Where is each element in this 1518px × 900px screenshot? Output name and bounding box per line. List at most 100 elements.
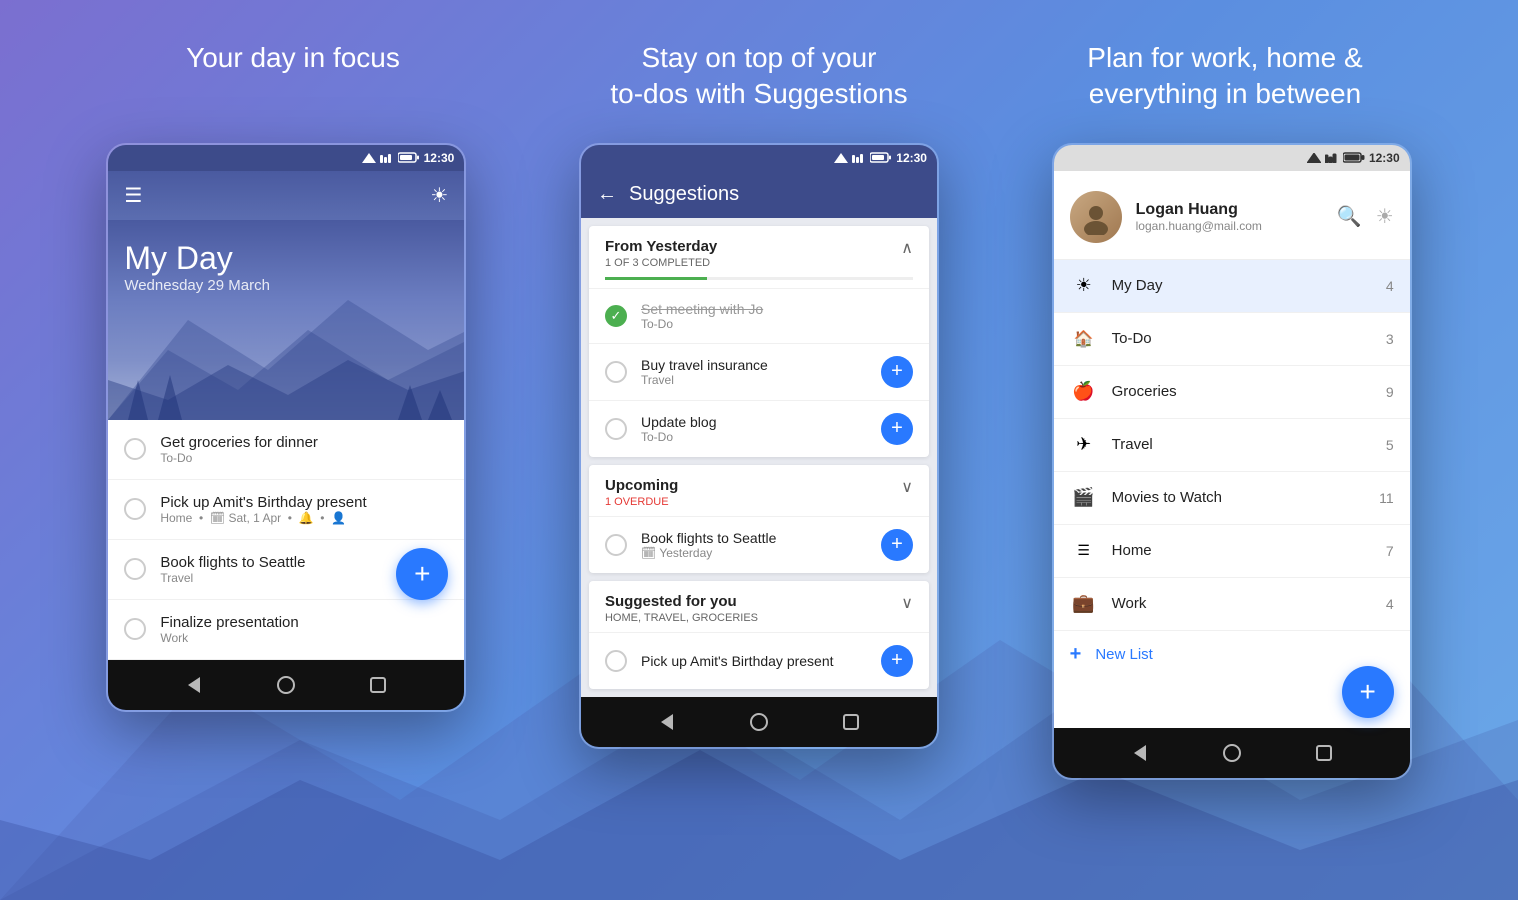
todo-name: To-Do [1112, 330, 1372, 347]
list-item-work[interactable]: 💼 Work 4 [1054, 578, 1410, 631]
card-subtitle-yesterday: 1 OF 3 COMPLETED [605, 257, 717, 269]
phone2-status-bar: 12:30 [581, 145, 937, 171]
user-email: logan.huang@mail.com [1136, 219, 1262, 233]
back-icon[interactable] [184, 675, 204, 695]
p3-recents-icon[interactable] [1314, 743, 1334, 763]
suggestion-checkbox-insurance[interactable] [605, 361, 627, 383]
task-item-2[interactable]: Pick up Amit's Birthday present Home • 🗓… [108, 480, 464, 540]
task-sub-4: Work [160, 631, 448, 645]
add-blog-button[interactable]: + [881, 413, 913, 445]
user-name: Logan Huang [1136, 201, 1262, 219]
suggestion-item-birthday[interactable]: Pick up Amit's Birthday present + [589, 632, 929, 689]
task-checkbox-2[interactable] [124, 498, 146, 520]
recents-icon[interactable] [368, 675, 388, 695]
phone3-status-bar: 12:30 [1054, 145, 1410, 171]
task-checkbox-3[interactable] [124, 558, 146, 580]
phone2-wrapper: 12:30 ← Suggestions From Yesterday 1 OF … [579, 143, 939, 749]
p2-recents-icon[interactable] [841, 712, 861, 732]
suggestion-checkbox-blog[interactable] [605, 418, 627, 440]
home-list-count: 7 [1386, 543, 1394, 559]
phone1-day-subtitle: Wednesday 29 March [124, 277, 448, 294]
travel-name: Travel [1112, 436, 1372, 453]
phone3-time: 12:30 [1369, 151, 1400, 165]
list-item-groceries[interactable]: 🍎 Groceries 9 [1054, 366, 1410, 419]
work-count: 4 [1386, 596, 1394, 612]
hamburger-icon[interactable]: ☰ [124, 183, 142, 208]
groceries-name: Groceries [1112, 383, 1372, 400]
task-sub-1: To-Do [160, 451, 448, 465]
phone2: 12:30 ← Suggestions From Yesterday 1 OF … [579, 143, 939, 749]
p2-home-icon[interactable] [749, 712, 769, 732]
phones-row: 12:30 ☰ ☀ My Day W [0, 133, 1518, 790]
add-flights-button[interactable]: + [881, 529, 913, 561]
list-item-travel[interactable]: ✈ Travel 5 [1054, 419, 1410, 472]
suggestion-checkbox-birthday[interactable] [605, 650, 627, 672]
list-item-todo[interactable]: 🏠 To-Do 3 [1054, 313, 1410, 366]
sun-icon[interactable]: ☀ [430, 183, 448, 208]
card-title-yesterday: From Yesterday [605, 238, 717, 255]
suggestion-checkbox-flights[interactable] [605, 534, 627, 556]
phone3-toolbar: 🔍 ☀ [1337, 204, 1394, 229]
p3-home-icon[interactable] [1222, 743, 1242, 763]
phone1: 12:30 ☰ ☀ My Day W [106, 143, 466, 712]
done-checkbox[interactable]: ✓ [605, 305, 627, 327]
phone3-sun-icon[interactable]: ☀ [1376, 204, 1394, 229]
suggestion-item-3[interactable]: Update blog To-Do + [589, 400, 929, 457]
back-arrow-icon[interactable]: ← [597, 183, 617, 206]
suggestion-item-flights[interactable]: Book flights to Seattle 🗓 Yesterday + [589, 516, 929, 573]
s-sub-blog: To-Do [641, 430, 867, 444]
s-text-insurance: Buy travel insurance [641, 357, 867, 373]
task-text-1: Get groceries for dinner [160, 434, 448, 451]
card-subtitle-suggested: HOME, TRAVEL, GROCERIES [605, 612, 758, 624]
task-checkbox-1[interactable] [124, 438, 146, 460]
collapse-icon-suggested[interactable]: ∨ [901, 593, 913, 613]
p3-back-icon[interactable] [1130, 743, 1150, 763]
list-item-home[interactable]: ☰ Home 7 [1054, 525, 1410, 578]
progress-fill [605, 277, 707, 280]
travel-icon: ✈ [1070, 431, 1098, 459]
task-item-1[interactable]: Get groceries for dinner To-Do [108, 420, 464, 480]
phone3-lists: ☀ My Day 4 🏠 To-Do 3 🍎 Groceries 9 ✈ Tra… [1054, 260, 1410, 678]
myday-icon: ☀ [1070, 272, 1098, 300]
add-insurance-button[interactable]: + [881, 356, 913, 388]
groceries-count: 9 [1386, 384, 1394, 400]
suggestion-item-2[interactable]: Buy travel insurance Travel + [589, 343, 929, 400]
search-icon[interactable]: 🔍 [1337, 204, 1362, 229]
movies-name: Movies to Watch [1112, 489, 1365, 506]
collapse-icon-upcoming[interactable]: ∨ [901, 477, 913, 497]
phone2-app-bar: ← Suggestions [581, 171, 937, 218]
task-sub-2: Home • 🗓 Sat, 1 Apr • 🔔 • 👤 [160, 511, 448, 525]
add-birthday-button[interactable]: + [881, 645, 913, 677]
s-text-flights: Book flights to Seattle [641, 530, 867, 546]
phone1-bottom-bar [108, 660, 464, 710]
list-item-movies[interactable]: 🎬 Movies to Watch 11 [1054, 472, 1410, 525]
s-sub-meeting: To-Do [641, 317, 913, 331]
myday-count: 4 [1386, 278, 1394, 294]
phone1-day-title: My Day [124, 240, 448, 277]
task-text-2: Pick up Amit's Birthday present [160, 494, 448, 511]
work-name: Work [1112, 595, 1372, 612]
phone1-fab[interactable]: + [396, 548, 448, 600]
groceries-icon: 🍎 [1070, 378, 1098, 406]
task-checkbox-4[interactable] [124, 618, 146, 640]
phone2-title: Suggestions [629, 183, 739, 206]
suggestion-item-1[interactable]: ✓ Set meeting with Jo To-Do [589, 288, 929, 343]
work-icon: 💼 [1070, 590, 1098, 618]
headline-phone1: Your day in focus [62, 40, 523, 113]
p2-back-icon[interactable] [657, 712, 677, 732]
phone3-fab[interactable]: + [1342, 666, 1394, 718]
header-section: Your day in focus Stay on top of yourto-… [0, 0, 1518, 133]
headline-phone3: Plan for work, home &everything in betwe… [994, 40, 1455, 113]
todo-icon: 🏠 [1070, 325, 1098, 353]
home-icon[interactable] [276, 675, 296, 695]
task-item-4[interactable]: Finalize presentation Work [108, 600, 464, 660]
card-subtitle-upcoming: 1 OVERDUE [605, 496, 678, 508]
s-text-blog: Update blog [641, 414, 867, 430]
user-avatar[interactable] [1070, 191, 1122, 243]
phone1-hero: My Day Wednesday 29 March [108, 220, 464, 420]
phone3: 12:30 Logan Huang logan.huang@mail.com 🔍… [1052, 143, 1412, 780]
collapse-icon-yesterday[interactable]: ∧ [901, 238, 913, 258]
new-list-text[interactable]: New List [1095, 646, 1153, 663]
list-item-myday[interactable]: ☀ My Day 4 [1054, 260, 1410, 313]
from-yesterday-card: From Yesterday 1 OF 3 COMPLETED ∧ ✓ Set … [589, 226, 929, 457]
